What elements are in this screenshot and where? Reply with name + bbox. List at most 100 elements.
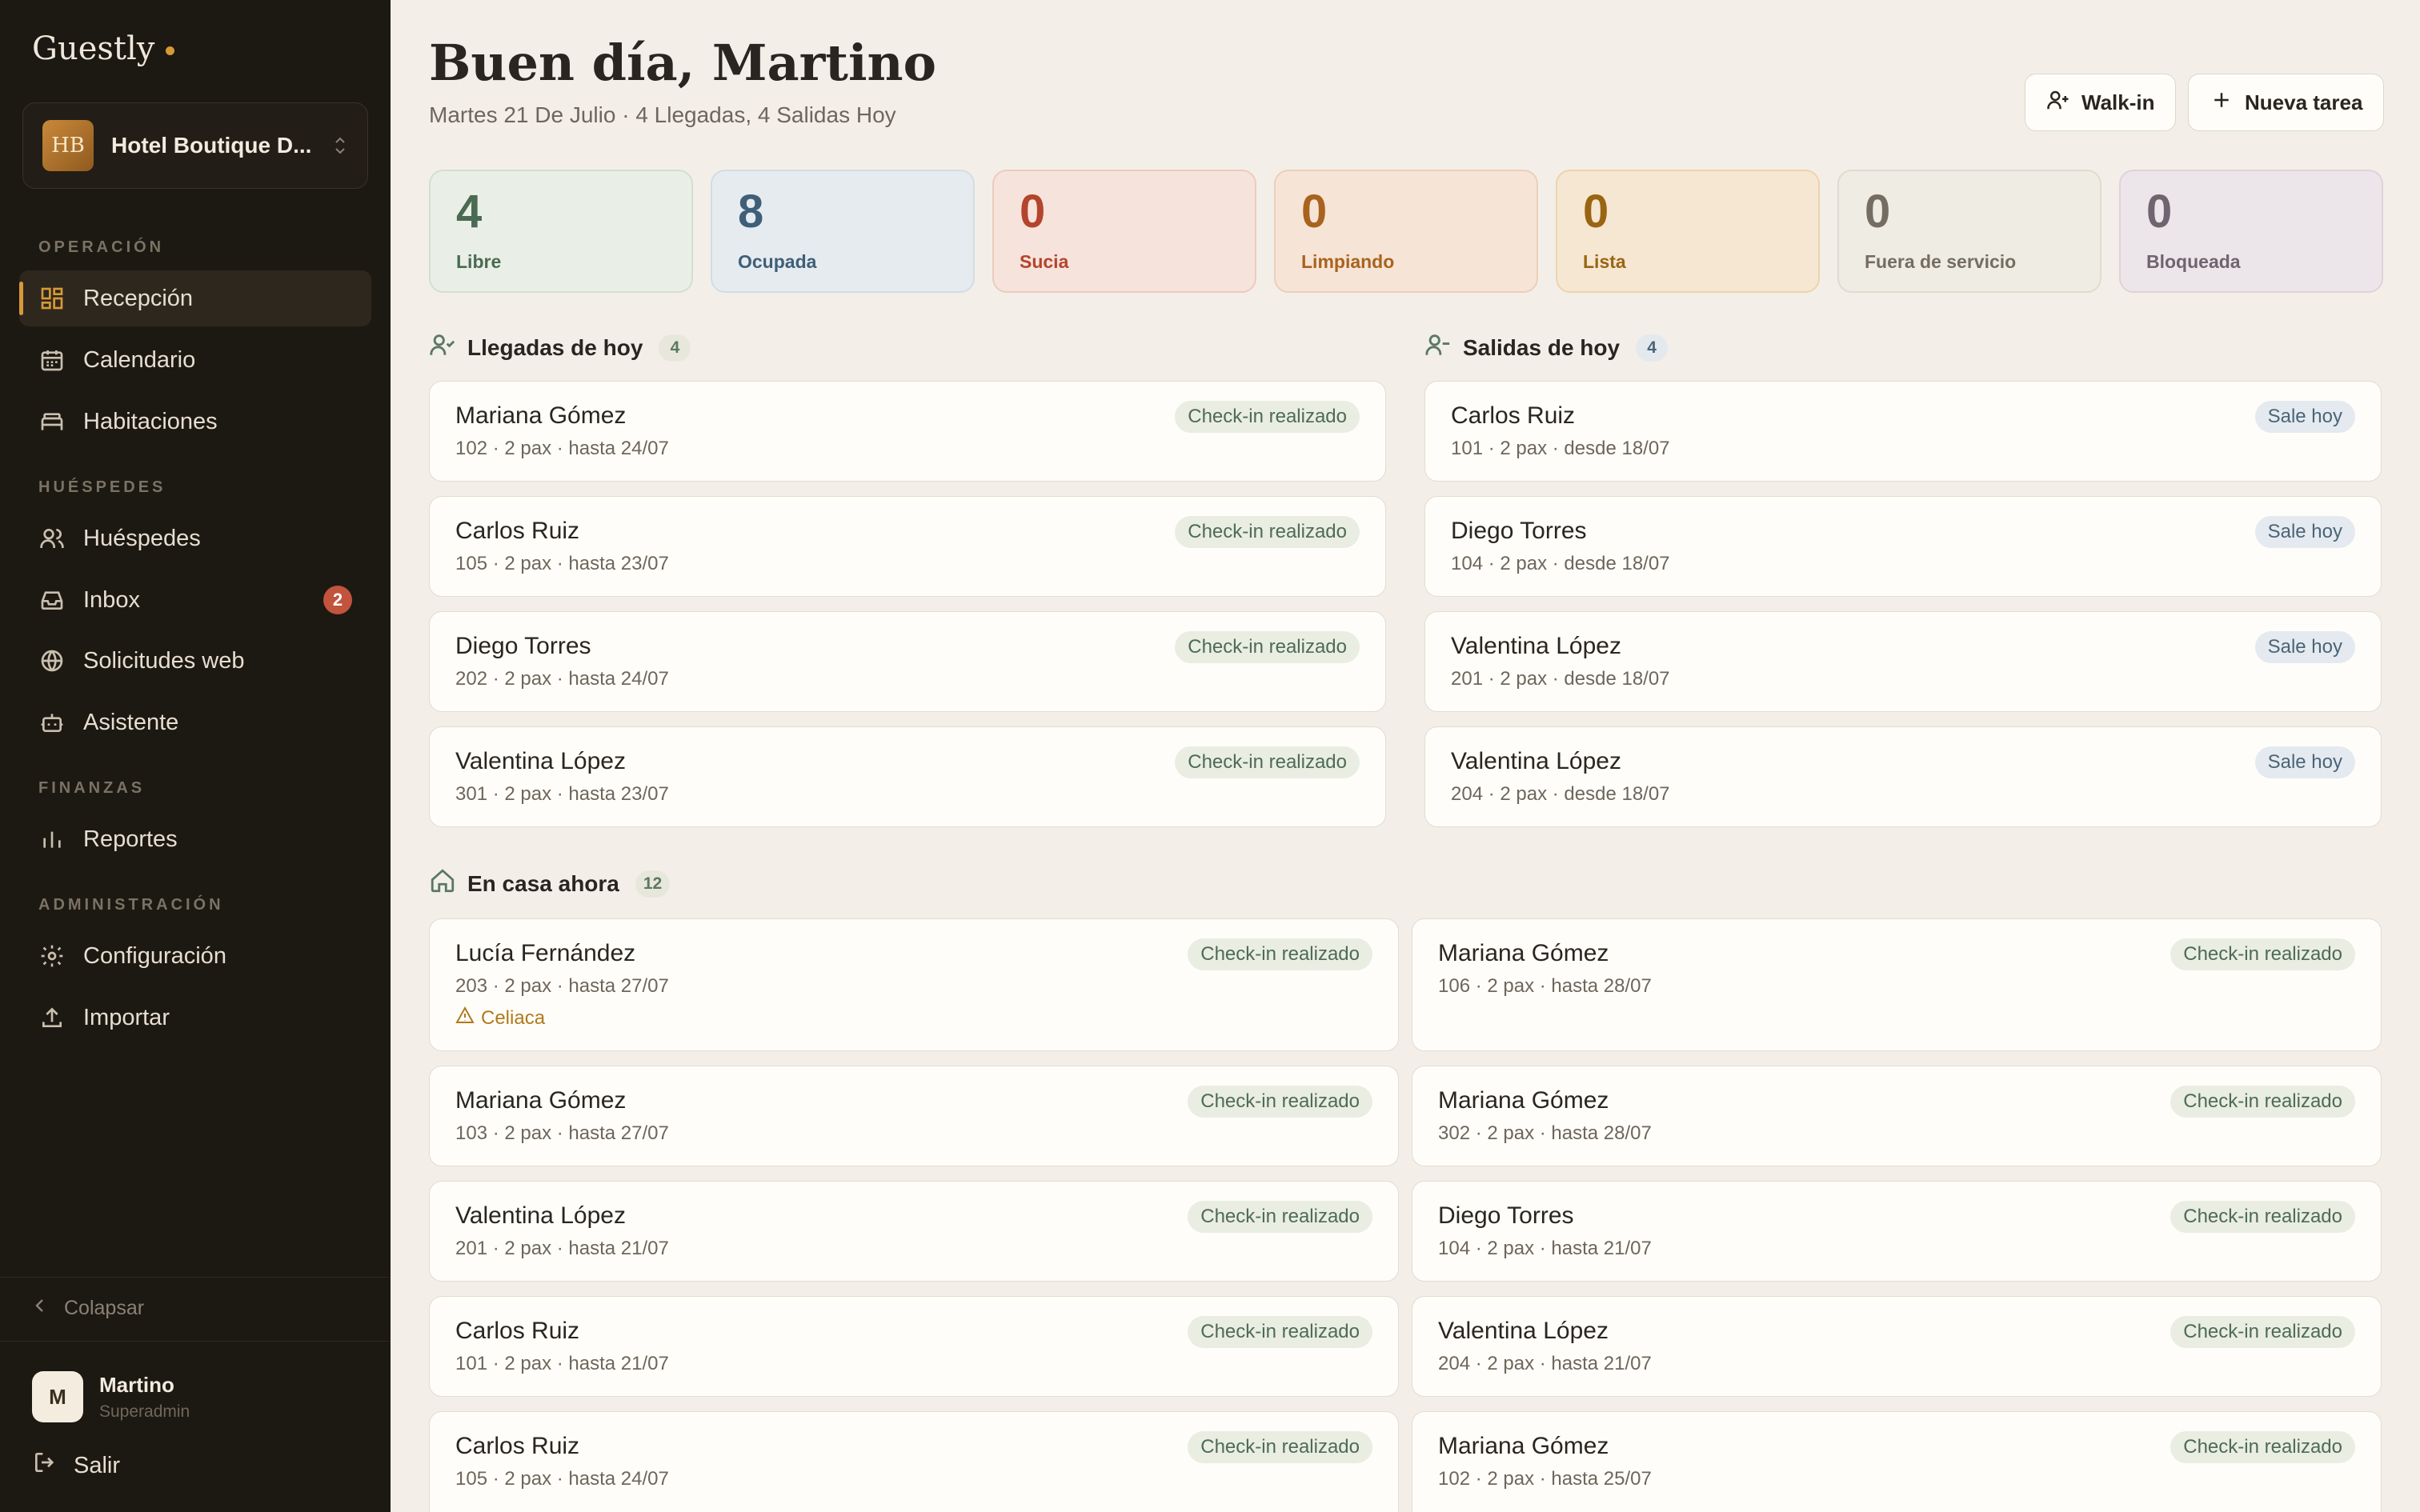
dashboard-icon [38,285,66,312]
stat-card-lista[interactable]: 0 Lista [1556,170,1820,293]
chevron-left-icon [32,1296,48,1321]
guest-detail: 102 · 2 pax · hasta 24/07 [455,438,669,459]
logout-label: Salir [74,1452,121,1478]
sidebar-item-solicitudes-web[interactable]: Solicitudes web [19,633,371,689]
sidebar-item-calendario[interactable]: Calendario [19,332,371,388]
bot-icon [38,709,66,736]
app-root: Guestly HB Hotel Boutique D... OPERACIÓN… [0,0,2420,1512]
collapse-button[interactable]: Colapsar [32,1296,144,1321]
stat-value: 0 [1583,186,1609,238]
sidebar-item-importar[interactable]: Importar [19,990,371,1046]
guest-detail: 101 · 2 pax · desde 18/07 [1451,438,1670,459]
logout-button[interactable]: Salir [32,1450,120,1482]
stat-card-sucia[interactable]: 0 Sucia [992,170,1256,293]
guest-detail: 302 · 2 pax · hasta 28/07 [1438,1122,1652,1144]
walkin-label: Walk-in [2081,90,2155,114]
departure-card[interactable]: Valentina López 201 · 2 pax · desde 18/0… [1424,611,2382,712]
status-badge: Check-in realizado [1188,1086,1372,1118]
stat-label: Ocupada [738,251,817,272]
stat-card-limpiando[interactable]: 0 Limpiando [1274,170,1538,293]
in-house-title: En casa ahora [467,870,619,896]
section-label-finanzas: FINANZAS [38,779,146,797]
arrival-card[interactable]: Diego Torres 202 · 2 pax · hasta 24/07 C… [429,611,1386,712]
inbox-icon [38,586,66,614]
guest-detail: 203 · 2 pax · hasta 27/07 [455,975,669,997]
new-task-button[interactable]: Nueva tarea [2188,74,2385,131]
departure-card[interactable]: Carlos Ruiz 101 · 2 pax · desde 18/07 Sa… [1424,381,2382,482]
arrival-card[interactable]: Mariana Gómez 102 · 2 pax · hasta 24/07 … [429,381,1386,482]
status-badge: Sale hoy [2254,746,2355,778]
dietary-alert: Celiaca [455,1006,1372,1030]
stat-card-fuera-de-servicio[interactable]: 0 Fuera de servicio [1837,170,2101,293]
walkin-button[interactable]: Walk-in [2025,74,2177,131]
brand-logo[interactable]: Guestly [32,30,175,67]
sidebar-item-habitaciones[interactable]: Habitaciones [19,394,371,450]
bed-icon [38,408,66,435]
guest-detail: 104 · 2 pax · hasta 21/07 [1438,1238,1652,1259]
collapse-label: Colapsar [64,1297,145,1319]
stat-value: 8 [738,186,764,238]
departures-title: Salidas de hoy [1463,334,1621,360]
in-house-card[interactable]: Valentina López 201 · 2 pax · hasta 21/0… [429,1181,1399,1282]
stat-card-bloqueada[interactable]: 0 Bloqueada [2119,170,2383,293]
user-name: Martino [99,1372,174,1397]
in-house-card[interactable]: Valentina López 204 · 2 pax · hasta 21/0… [1412,1296,2382,1397]
plus-icon [2210,88,2234,118]
status-badge: Sale hoy [2254,401,2355,433]
status-badge: Check-in realizado [2170,1316,2355,1348]
stat-label: Limpiando [1301,251,1395,272]
sidebar-item-huespedes[interactable]: Huéspedes [19,510,371,566]
brand-dot-icon [166,46,175,55]
users-icon [38,525,66,552]
new-task-label: Nueva tarea [2245,90,2363,114]
arrivals-title: Llegadas de hoy [467,334,643,360]
sidebar-item-reportes[interactable]: Reportes [19,811,371,867]
in-house-card[interactable]: Carlos Ruiz 101 · 2 pax · hasta 21/07 Ch… [429,1296,1399,1397]
arrivals-count: 4 [659,334,691,362]
status-badge: Check-in realizado [2170,938,2355,970]
stat-label: Lista [1583,251,1626,272]
sidebar-item-asistente[interactable]: Asistente [19,694,371,750]
in-house-card[interactable]: Mariana Gómez 102 · 2 pax · hasta 25/07 … [1412,1411,2382,1512]
departure-card[interactable]: Diego Torres 104 · 2 pax · desde 18/07 S… [1424,496,2382,597]
main-content: Buen día, Martino Martes 21 De Julio · 4… [391,0,2420,1512]
guest-detail: 103 · 2 pax · hasta 27/07 [455,1122,669,1144]
in-house-card[interactable]: Diego Torres 104 · 2 pax · hasta 21/07 C… [1412,1181,2382,1282]
guest-detail: 106 · 2 pax · hasta 28/07 [1438,975,1652,997]
sidebar-item-label: Solicitudes web [83,647,245,674]
departure-card[interactable]: Valentina López 204 · 2 pax · desde 18/0… [1424,726,2382,827]
chevron-updown-icon [332,134,348,157]
in-house-card[interactable]: Carlos Ruiz 105 · 2 pax · hasta 24/07 Ch… [429,1411,1399,1512]
sidebar-item-configuracion[interactable]: Configuración [19,928,371,984]
in-house-card[interactable]: Lucía Fernández 203 · 2 pax · hasta 27/0… [429,918,1399,1051]
hotel-switcher[interactable]: HB Hotel Boutique D... [22,102,368,189]
stat-value: 0 [1865,186,1891,238]
stat-label: Bloqueada [2146,251,2241,272]
user-profile[interactable]: M Martino Superadmin [32,1371,190,1422]
warning-icon [455,1006,475,1030]
sidebar-divider [0,1341,391,1342]
brand-name: Guestly [32,30,155,67]
sidebar-item-label: Importar [83,1004,170,1030]
status-badge: Check-in realizado [1188,1431,1372,1463]
stat-card-libre[interactable]: 4 Libre [429,170,693,293]
sidebar-item-inbox[interactable]: Inbox 2 [19,572,371,628]
in-house-card[interactable]: Mariana Gómez 103 · 2 pax · hasta 27/07 … [429,1066,1399,1166]
user-plus-icon [2046,88,2070,118]
guest-detail: 301 · 2 pax · hasta 23/07 [455,783,669,805]
sidebar-item-label: Calendario [83,346,196,373]
stat-label: Sucia [1020,251,1069,272]
in-house-card[interactable]: Mariana Gómez 106 · 2 pax · hasta 28/07 … [1412,918,2382,1051]
in-house-card[interactable]: Mariana Gómez 302 · 2 pax · hasta 28/07 … [1412,1066,2382,1166]
status-badge: Check-in realizado [1188,1201,1372,1233]
bar-chart-icon [38,826,66,853]
stat-card-ocupada[interactable]: 8 Ocupada [711,170,975,293]
arrival-card[interactable]: Carlos Ruiz 105 · 2 pax · hasta 23/07 Ch… [429,496,1386,597]
guest-detail: 105 · 2 pax · hasta 24/07 [455,1468,669,1490]
globe-icon [38,647,66,674]
sidebar-item-recepcion[interactable]: Recepción [19,270,371,326]
stat-label: Libre [456,251,502,272]
arrival-card[interactable]: Valentina López 301 · 2 pax · hasta 23/0… [429,726,1386,827]
guest-name: Carlos Ruiz [1451,402,1576,429]
sidebar-item-label: Inbox [83,586,140,613]
